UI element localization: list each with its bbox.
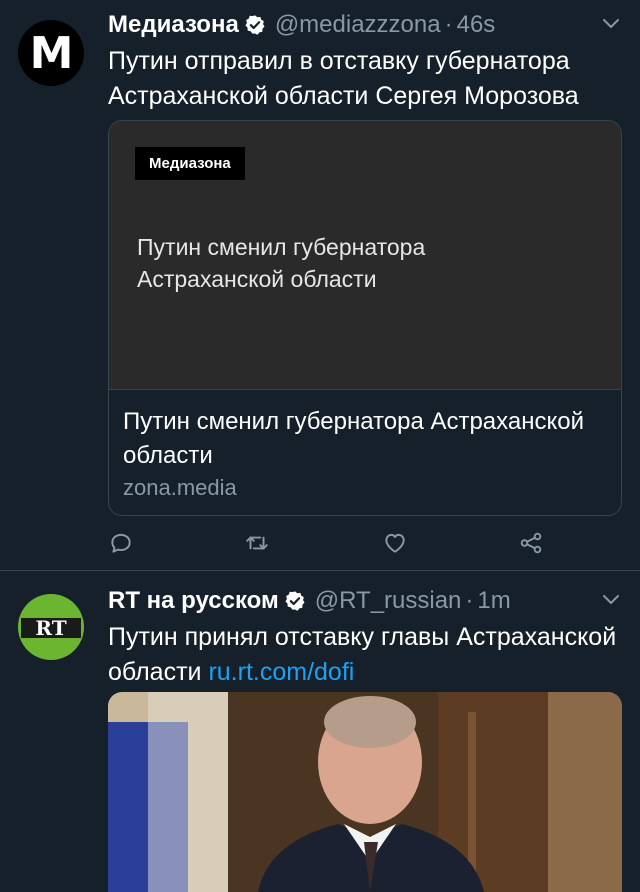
card-brand-label: Медиазона (135, 147, 245, 180)
display-name[interactable]: Медиазона (108, 11, 239, 39)
verified-badge-icon (285, 591, 305, 611)
avatar-letter: M (29, 27, 74, 79)
chevron-down-icon[interactable] (602, 593, 620, 607)
card-image-title: Путин сменил губернатора Астраханской об… (137, 234, 426, 292)
tweet-text-body: Путин принял отставку главы Астраханской… (108, 623, 617, 686)
separator-dot: · (465, 587, 474, 614)
share-icon[interactable] (518, 530, 544, 556)
card-image: Медиазона Путин сменил губернатора Астра… (109, 121, 621, 390)
avatar-mediazona[interactable]: M (18, 20, 84, 86)
tweet-link[interactable]: ru.rt.com/dofi (208, 658, 354, 686)
handle[interactable]: @mediazzzona (275, 11, 441, 39)
retweet-icon[interactable] (244, 530, 270, 556)
chevron-down-icon[interactable] (602, 17, 620, 31)
tweet-text: Путин отправил в отставку губернатора Ас… (108, 47, 579, 110)
avatar-rt-text: RT (35, 616, 66, 640)
tweet-mediazona[interactable]: M Медиазона @mediazzzona · 46s Путин отп… (0, 0, 640, 571)
avatar-rt[interactable]: RT (18, 594, 84, 660)
handle[interactable]: @RT_russian (315, 587, 462, 615)
timestamp[interactable]: 46s (457, 11, 496, 39)
card-domain: zona.media (123, 475, 237, 500)
tweet-header-rt: RT на русском @RT_russian · 1m (108, 584, 620, 618)
display-name[interactable]: RT на русском (108, 587, 279, 615)
card-title: Путин сменил губернатора Астраханской об… (123, 408, 585, 469)
timestamp[interactable]: 1m (477, 587, 510, 615)
tweet-actions (108, 530, 548, 560)
link-card[interactable]: Медиазона Путин сменил губернатора Астра… (108, 120, 622, 516)
separator-dot: · (444, 11, 453, 38)
rt-logo: RT (21, 616, 81, 640)
verified-badge-icon (245, 15, 265, 35)
tweet-text-rt: Путин принял отставку главы Астраханской… (108, 620, 620, 690)
like-icon[interactable] (382, 530, 408, 556)
photo-image (108, 692, 622, 892)
tweet-photo[interactable] (108, 692, 622, 892)
reply-icon[interactable] (108, 530, 134, 556)
tweet-header: Медиазона @mediazzzona · 46s (108, 8, 620, 42)
